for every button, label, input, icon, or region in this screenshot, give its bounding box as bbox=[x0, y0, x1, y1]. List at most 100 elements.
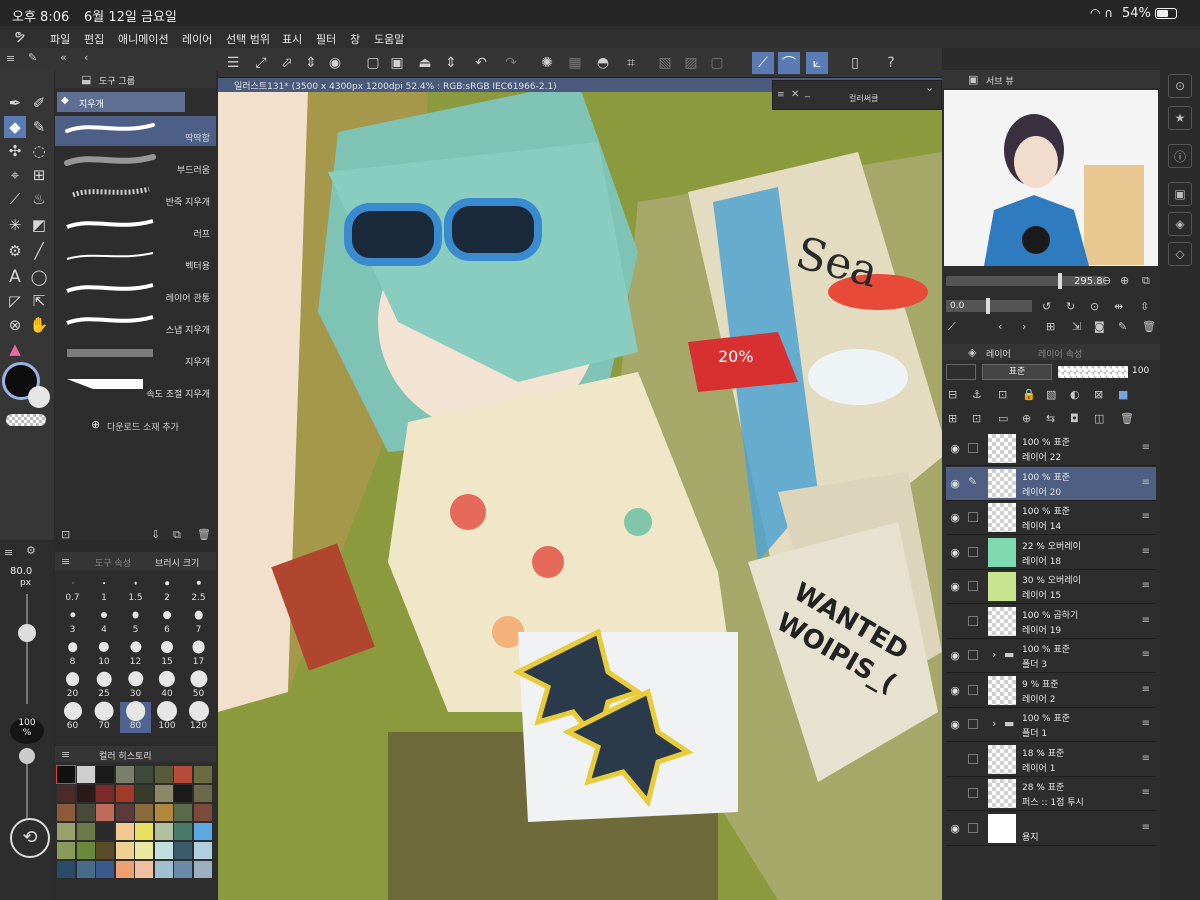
color-swatch[interactable] bbox=[135, 823, 153, 840]
stepper2-icon[interactable]: ⇕ bbox=[440, 52, 462, 74]
layer-select-checkbox[interactable] bbox=[968, 512, 978, 522]
color-swatch[interactable] bbox=[193, 861, 212, 878]
brush-item-soft[interactable]: 부드러움 bbox=[55, 148, 216, 178]
eye-icon[interactable]: ◉ bbox=[948, 511, 962, 524]
grid-view-icon[interactable]: ⊞ bbox=[1046, 320, 1055, 333]
color-swatch[interactable] bbox=[135, 804, 153, 821]
fit-view-icon[interactable]: ⧉ bbox=[1142, 274, 1150, 288]
layer-row[interactable]: ◉ 용지 ≡ bbox=[946, 812, 1156, 846]
trash-icon[interactable]: 🗑 bbox=[197, 528, 211, 541]
info-icon[interactable]: ⓘ bbox=[1168, 144, 1192, 168]
brush-item-vector[interactable]: 벡터용 bbox=[55, 244, 216, 274]
subtool-group-header[interactable]: ◆ 지우개 bbox=[57, 92, 185, 112]
zoom-in-icon[interactable]: ⊕ bbox=[1120, 274, 1129, 287]
airbrush-tool-icon[interactable]: ⚙ bbox=[4, 240, 26, 262]
brush-size-option[interactable]: 30 bbox=[120, 670, 151, 701]
layer-row[interactable]: 18 % 표준 레이어 1 ≡ bbox=[946, 743, 1156, 777]
import-icon[interactable]: ⇩ bbox=[151, 528, 160, 541]
brush-size-option[interactable]: 1.5 bbox=[120, 574, 151, 605]
color-swatch[interactable] bbox=[193, 823, 212, 840]
brush-size-option[interactable]: 17 bbox=[183, 638, 214, 669]
color-swatch[interactable] bbox=[56, 765, 76, 784]
color-swatch[interactable] bbox=[76, 785, 95, 802]
subview-side-icon[interactable]: ▣ bbox=[1168, 182, 1192, 206]
eye-icon[interactable]: ◉ bbox=[948, 684, 962, 697]
brush-size-option[interactable]: 20 bbox=[57, 670, 88, 701]
material-icon[interactable]: ★ bbox=[1168, 106, 1192, 130]
layer-row[interactable]: ◉ 100 % 표준 레이어 22 ≡ bbox=[946, 432, 1156, 466]
layer-row[interactable]: ◉ › ▬ 100 % 표준 폴더 3 ≡ bbox=[946, 639, 1156, 673]
select-border-icon[interactable]: ▢ bbox=[706, 52, 728, 74]
menu-view[interactable]: 표시 bbox=[282, 31, 302, 47]
color-swatch[interactable] bbox=[57, 861, 75, 878]
camera-icon[interactable]: ◙ bbox=[1094, 320, 1105, 333]
zoom-tool-icon[interactable]: ⌖ bbox=[4, 164, 26, 186]
new-folder-icon[interactable]: ▭ bbox=[998, 412, 1008, 425]
color-swatch[interactable] bbox=[115, 785, 134, 802]
color-swatch[interactable] bbox=[193, 785, 212, 802]
frame-tool-icon[interactable]: ◸ bbox=[4, 290, 26, 312]
add-material-link[interactable]: 다운로드 소재 추가 bbox=[107, 420, 179, 433]
menu-edit[interactable]: 편집 bbox=[84, 31, 104, 47]
lock-alpha-icon[interactable]: ▧ bbox=[1046, 388, 1056, 401]
color-swatch[interactable] bbox=[76, 842, 95, 859]
line-tool-icon[interactable]: ╱ bbox=[28, 240, 50, 262]
pen-tool-icon[interactable]: ✒ bbox=[4, 92, 26, 114]
tab-sub-view[interactable]: 서브 뷰 bbox=[986, 74, 1014, 87]
layer-property-side-icon[interactable]: ◇ bbox=[1168, 242, 1192, 266]
new-page-icon[interactable]: ▢ bbox=[362, 52, 384, 74]
brush-item-rough[interactable]: 러프 bbox=[55, 212, 216, 242]
color-swatch[interactable] bbox=[76, 861, 95, 878]
color-swatch[interactable] bbox=[135, 766, 153, 783]
color-swatch[interactable] bbox=[154, 823, 173, 840]
layer-select-checkbox[interactable] bbox=[968, 719, 978, 729]
gradient-tool-icon[interactable]: ◩ bbox=[28, 214, 50, 236]
layer-select-checkbox[interactable] bbox=[968, 788, 978, 798]
redo-icon[interactable]: ↷ bbox=[500, 52, 522, 74]
eye-icon[interactable]: ◉ bbox=[948, 718, 962, 731]
select-clear-icon[interactable]: ▧ bbox=[654, 52, 676, 74]
color-swatch[interactable] bbox=[96, 804, 114, 821]
color-swatch[interactable] bbox=[57, 842, 75, 859]
layer-row[interactable]: ◉ 9 % 표준 레이어 2 ≡ bbox=[946, 674, 1156, 708]
blend-mode-select[interactable]: 표준 bbox=[982, 364, 1052, 380]
color-swatch[interactable] bbox=[96, 766, 114, 783]
layer-menu-icon[interactable]: ≡ bbox=[1142, 546, 1150, 557]
transfer-icon[interactable]: ⇆ bbox=[1046, 412, 1055, 425]
rotate-right-icon[interactable]: ↻ bbox=[1066, 300, 1075, 313]
layer-menu-icon[interactable]: ≡ bbox=[1142, 511, 1150, 522]
layer-menu-icon[interactable]: ≡ bbox=[1142, 442, 1150, 453]
eyedropper-tool-icon[interactable]: ⟋ bbox=[4, 188, 26, 210]
brush-size-option[interactable]: 100 bbox=[152, 701, 183, 733]
eye-icon[interactable]: ◉ bbox=[948, 442, 962, 455]
record-icon[interactable]: ◉ bbox=[324, 52, 346, 74]
color-swatch[interactable] bbox=[193, 842, 212, 859]
subview-image[interactable] bbox=[944, 90, 1158, 266]
bucket-tool-icon[interactable]: ⊗ bbox=[4, 314, 26, 336]
quick-access-icon[interactable]: ⟲ bbox=[10, 818, 50, 858]
brush-size-option[interactable]: 2 bbox=[152, 574, 183, 605]
brush-item-hard[interactable]: 딱딱함 bbox=[55, 116, 216, 146]
tab-tool-group[interactable]: 도구 그룹 bbox=[99, 74, 135, 87]
layer-menu-icon[interactable]: ≡ bbox=[1142, 822, 1150, 833]
draft-icon[interactable]: ⊡ bbox=[998, 388, 1007, 401]
eye-icon[interactable]: ◉ bbox=[948, 580, 962, 593]
ruler-snap-icon[interactable]: ⟋ bbox=[752, 52, 774, 74]
color-swatch[interactable] bbox=[115, 823, 134, 840]
layer-row[interactable]: ◉ › ▬ 100 % 표준 폴더 1 ≡ bbox=[946, 708, 1156, 742]
help-icon[interactable]: ? bbox=[880, 52, 902, 74]
color-swatch[interactable] bbox=[57, 785, 75, 802]
next-image-icon[interactable]: › bbox=[1022, 320, 1026, 333]
folder-expand-icon[interactable]: › bbox=[992, 717, 996, 730]
color-swatch[interactable] bbox=[96, 785, 114, 802]
layer-menu-icon[interactable]: ≡ bbox=[1142, 787, 1150, 798]
brush-settings-icon[interactable]: ⚙ bbox=[26, 544, 36, 557]
color-swatch[interactable] bbox=[174, 861, 192, 878]
export-icon[interactable]: ⏏ bbox=[414, 52, 436, 74]
layer-menu-icon[interactable]: ≡ bbox=[1142, 718, 1150, 729]
color-swatch[interactable] bbox=[96, 861, 114, 878]
ruler-icon[interactable]: ⊠ bbox=[1094, 388, 1103, 401]
menu-window[interactable]: 창 bbox=[350, 31, 360, 47]
pen-tab-icon[interactable]: ✎ bbox=[28, 51, 37, 64]
color-swatch[interactable] bbox=[76, 804, 95, 821]
